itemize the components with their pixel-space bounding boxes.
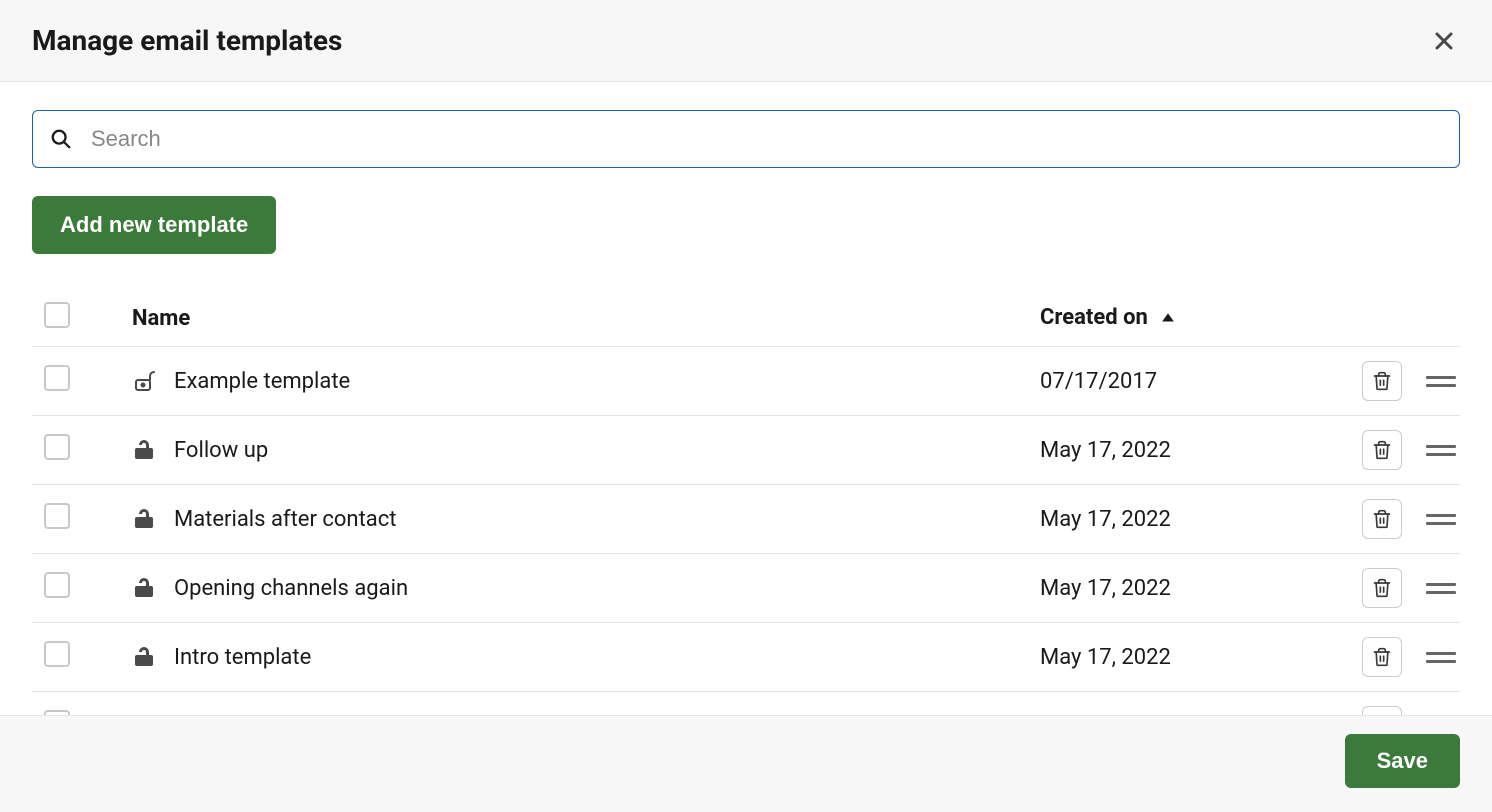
created-on-value: May 17, 2022	[1040, 507, 1171, 532]
sort-ascending-icon	[1161, 306, 1175, 331]
trash-icon	[1372, 647, 1392, 667]
row-name-cell: Materials after contact	[104, 485, 1040, 554]
drag-handle[interactable]	[1426, 647, 1456, 667]
drag-handle[interactable]	[1426, 371, 1456, 391]
row-name-cell: Opening channels again	[104, 554, 1040, 623]
table-row: Materials after contact May 17, 2022	[32, 485, 1460, 554]
row-date-cell: May 17, 2022	[1040, 692, 1300, 716]
modal-body: Add new template Name Created on	[0, 82, 1492, 715]
table-row: Opening channels again May 17, 2022	[32, 554, 1460, 623]
lock-open-icon	[132, 645, 156, 669]
modal-footer: Save	[0, 715, 1492, 812]
row-date-cell: May 17, 2022	[1040, 416, 1300, 485]
row-checkbox-cell	[32, 485, 104, 554]
delete-button[interactable]	[1362, 637, 1402, 677]
delete-button[interactable]	[1362, 706, 1402, 715]
modal-header: Manage email templates	[0, 0, 1492, 82]
template-name[interactable]: Intro template	[174, 645, 311, 670]
template-name[interactable]: Opening channels again	[174, 576, 408, 601]
template-name[interactable]: Follow up	[174, 438, 268, 463]
row-actions-cell	[1300, 485, 1460, 554]
row-actions-cell	[1300, 692, 1460, 716]
search-wrapper	[32, 110, 1460, 168]
template-name[interactable]: Materials after contact	[174, 507, 396, 532]
created-on-value: May 17, 2022	[1040, 576, 1171, 601]
trash-icon	[1372, 440, 1392, 460]
row-checkbox[interactable]	[44, 365, 70, 391]
row-checkbox[interactable]	[44, 503, 70, 529]
column-header-created-on[interactable]: Created on	[1040, 290, 1300, 347]
lock-open-icon	[132, 507, 156, 531]
row-checkbox[interactable]	[44, 434, 70, 460]
row-name-cell: Cold email template	[104, 692, 1040, 716]
templates-table: Name Created on Example t	[32, 290, 1460, 715]
close-icon	[1432, 29, 1456, 53]
row-date-cell: May 17, 2022	[1040, 485, 1300, 554]
template-name[interactable]: Example template	[174, 369, 350, 394]
delete-button[interactable]	[1362, 499, 1402, 539]
created-on-value: 07/17/2017	[1040, 369, 1157, 394]
add-new-template-button[interactable]: Add new template	[32, 196, 276, 254]
search-icon	[50, 128, 72, 150]
column-header-name-label: Name	[132, 306, 190, 331]
column-header-created-on-label: Created on	[1040, 305, 1148, 330]
row-checkbox[interactable]	[44, 641, 70, 667]
delete-button[interactable]	[1362, 568, 1402, 608]
trash-icon	[1372, 509, 1392, 529]
table-row: Follow up May 17, 2022	[32, 416, 1460, 485]
created-on-value: May 17, 2022	[1040, 645, 1171, 670]
drag-handle[interactable]	[1426, 578, 1456, 598]
lock-open-icon	[132, 438, 156, 462]
row-checkbox[interactable]	[44, 572, 70, 598]
table-row: Example template 07/17/2017	[32, 347, 1460, 416]
lock-open-icon	[132, 576, 156, 600]
trash-icon	[1372, 578, 1392, 598]
delete-button[interactable]	[1362, 430, 1402, 470]
drag-handle[interactable]	[1426, 440, 1456, 460]
row-name-cell: Intro template	[104, 623, 1040, 692]
row-checkbox-cell	[32, 347, 104, 416]
drag-handle[interactable]	[1426, 509, 1456, 529]
row-date-cell: May 17, 2022	[1040, 554, 1300, 623]
save-button[interactable]: Save	[1345, 734, 1460, 788]
row-date-cell: May 17, 2022	[1040, 623, 1300, 692]
trash-icon	[1372, 371, 1392, 391]
row-name-cell: Example template	[104, 347, 1040, 416]
column-header-actions	[1300, 290, 1460, 347]
row-checkbox-cell	[32, 554, 104, 623]
column-header-name[interactable]: Name	[104, 290, 1040, 347]
table-row: Cold email template May 17, 2022	[32, 692, 1460, 716]
lock-open-icon	[132, 369, 156, 393]
delete-button[interactable]	[1362, 361, 1402, 401]
search-input[interactable]	[32, 110, 1460, 168]
row-actions-cell	[1300, 416, 1460, 485]
row-checkbox-cell	[32, 692, 104, 716]
column-header-checkbox	[32, 290, 104, 347]
row-actions-cell	[1300, 347, 1460, 416]
row-date-cell: 07/17/2017	[1040, 347, 1300, 416]
modal-title: Manage email templates	[32, 24, 342, 57]
select-all-checkbox[interactable]	[44, 302, 70, 328]
created-on-value: May 17, 2022	[1040, 438, 1171, 463]
close-button[interactable]	[1428, 25, 1460, 57]
row-actions-cell	[1300, 623, 1460, 692]
row-actions-cell	[1300, 554, 1460, 623]
row-name-cell: Follow up	[104, 416, 1040, 485]
row-checkbox-cell	[32, 623, 104, 692]
row-checkbox-cell	[32, 416, 104, 485]
table-row: Intro template May 17, 2022	[32, 623, 1460, 692]
